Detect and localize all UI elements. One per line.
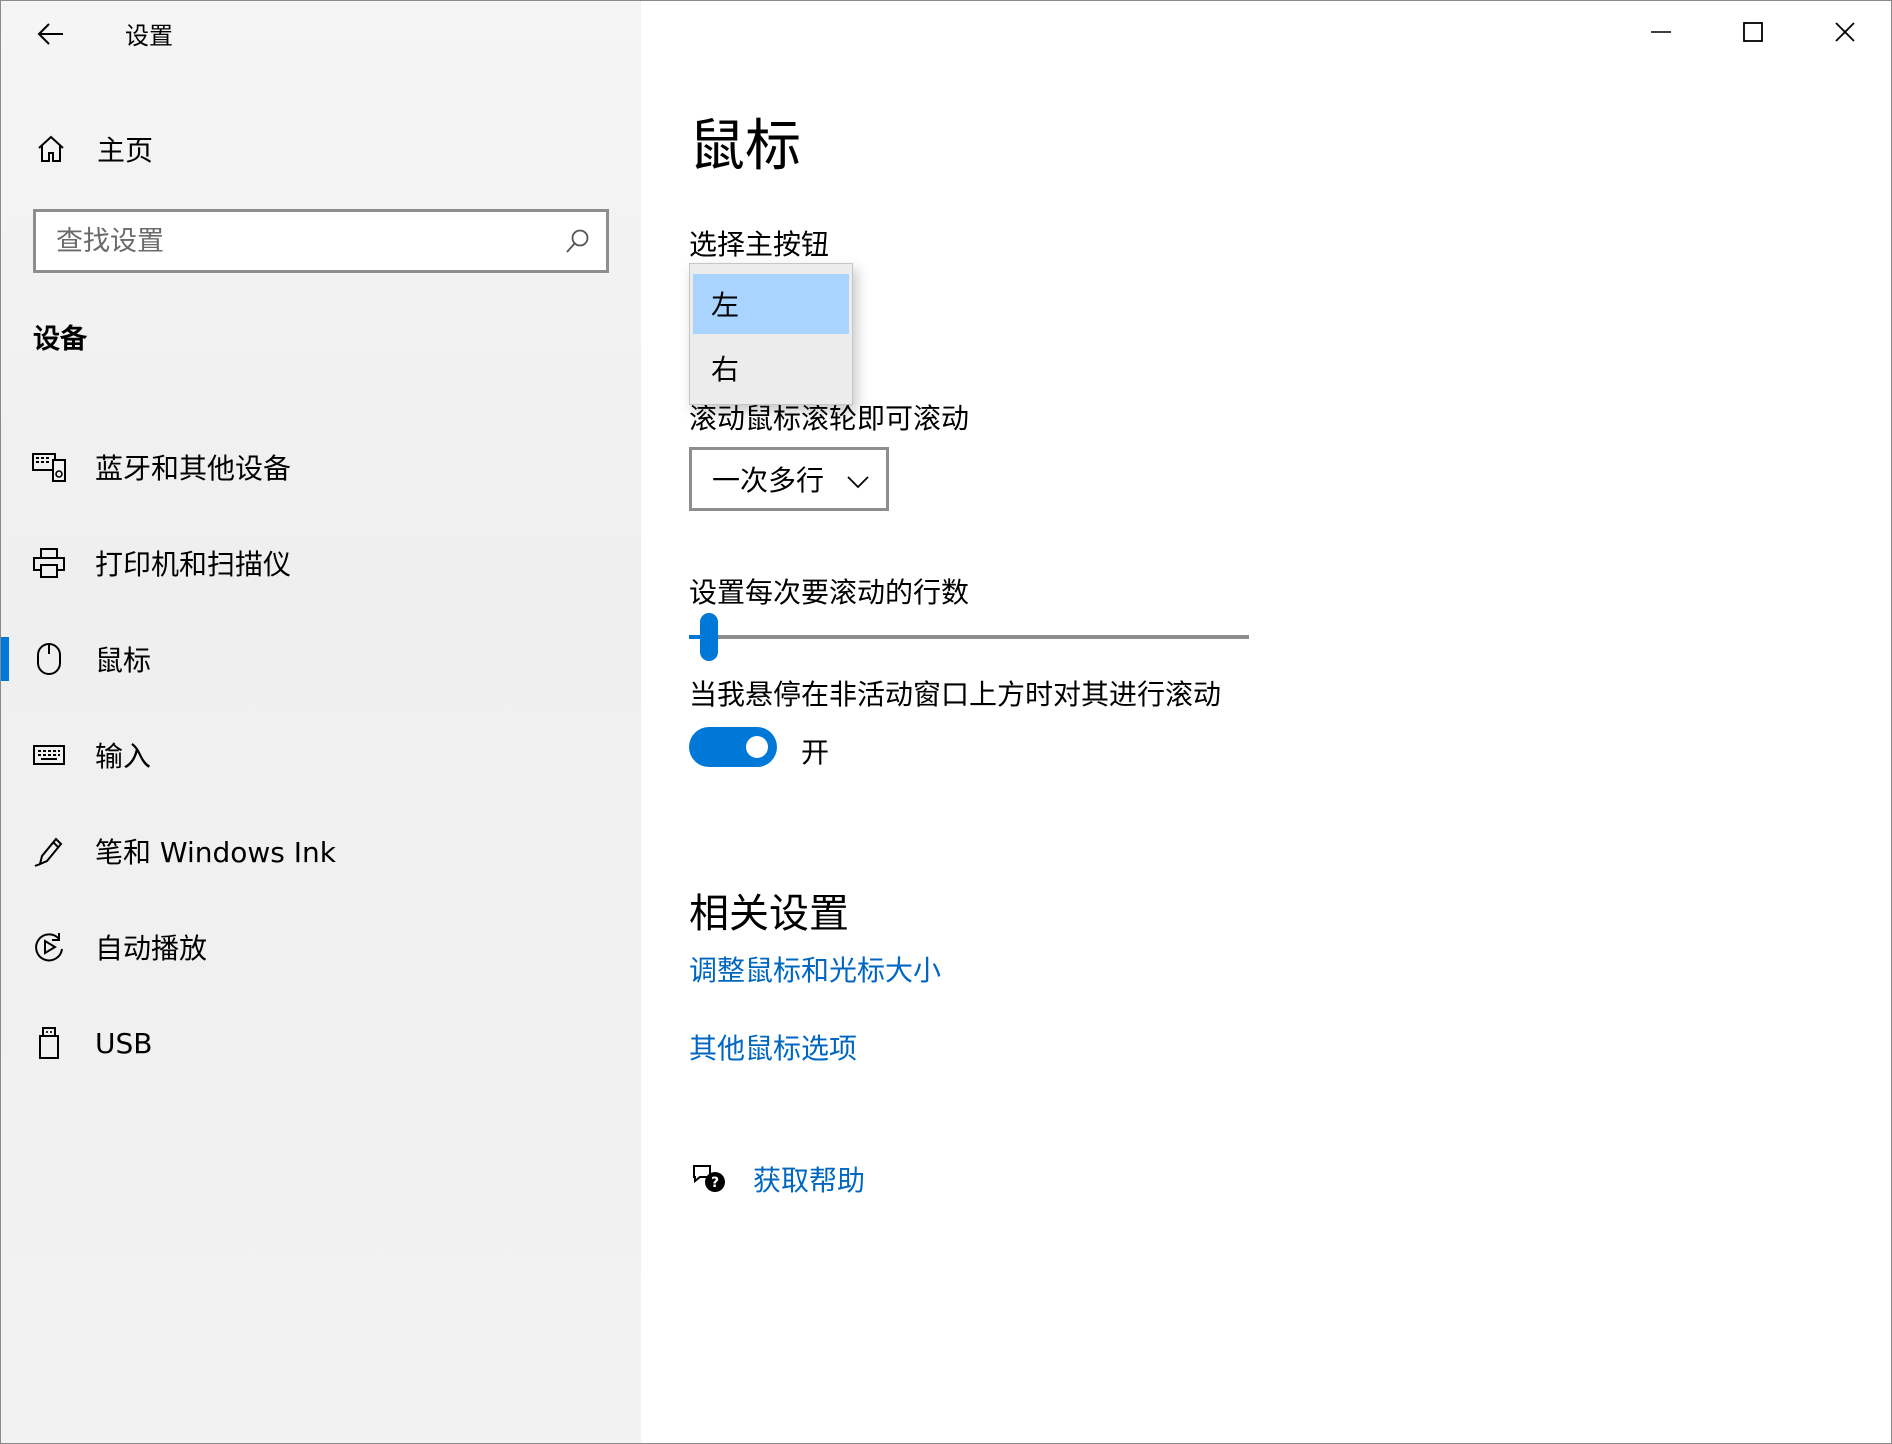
bluetooth-devices-icon: [29, 447, 69, 487]
section-title: 设备: [33, 324, 87, 355]
related-settings-title: 相关设置: [689, 891, 849, 937]
chevron-down-icon: [846, 468, 870, 492]
back-button[interactable]: [31, 19, 71, 53]
maximize-icon: [1741, 20, 1765, 48]
settings-window: 设置 主页 设备 蓝牙和其他设备: [0, 0, 1892, 1444]
sidebar-nav: 蓝牙和其他设备 打印机和扫描仪 鼠标 输入 笔和 Windows Ink 自动播…: [1, 419, 641, 1091]
wheel-scroll-select[interactable]: 一次多行: [689, 447, 889, 511]
sidebar-item-label: 输入: [95, 740, 152, 773]
get-help-label: 获取帮助: [753, 1164, 866, 1197]
sidebar-item-label: 自动播放: [95, 932, 208, 965]
lines-to-scroll-slider[interactable]: [689, 613, 1249, 661]
keyboard-icon: [29, 735, 69, 775]
primary-button-label: 选择主按钮: [689, 228, 830, 261]
adjust-mouse-cursor-size-link[interactable]: 调整鼠标和光标大小: [689, 949, 941, 989]
sidebar-item-usb[interactable]: USB: [1, 995, 641, 1091]
slider-thumb[interactable]: [700, 613, 718, 661]
sidebar-item-label: 打印机和扫描仪: [95, 548, 292, 581]
wheel-scroll-value: 一次多行: [712, 464, 825, 497]
close-button[interactable]: [1799, 1, 1891, 67]
slider-track: [689, 635, 1249, 639]
minimize-button[interactable]: [1615, 1, 1707, 67]
inactive-scroll-label: 当我悬停在非活动窗口上方时对其进行滚动: [689, 678, 1222, 711]
sidebar-item-label: USB: [95, 1026, 153, 1060]
page-title: 鼠标: [689, 114, 801, 179]
sidebar-item-mouse[interactable]: 鼠标: [1, 611, 641, 707]
svg-text:?: ?: [711, 1175, 719, 1191]
dropdown-option-right[interactable]: 右: [693, 338, 849, 398]
maximize-button[interactable]: [1707, 1, 1799, 67]
additional-mouse-options-link[interactable]: 其他鼠标选项: [689, 1027, 857, 1067]
mouse-icon: [29, 639, 69, 679]
toggle-knob: [746, 736, 768, 758]
sidebar-item-label: 鼠标: [95, 644, 152, 677]
help-chat-icon: ?: [689, 1159, 729, 1199]
search-icon[interactable]: [550, 213, 606, 269]
search-box[interactable]: [33, 209, 609, 273]
search-input[interactable]: [36, 212, 550, 270]
sidebar: 设置 主页 设备 蓝牙和其他设备: [1, 1, 641, 1443]
sidebar-item-autoplay[interactable]: 自动播放: [1, 899, 641, 995]
primary-button-dropdown: 左 右: [689, 263, 853, 405]
autoplay-icon: [29, 927, 69, 967]
usb-icon: [29, 1023, 69, 1063]
back-arrow-icon: [37, 22, 65, 50]
printer-icon: [29, 543, 69, 583]
home-icon: [29, 127, 73, 171]
app-title: 设置: [125, 22, 173, 50]
home-label: 主页: [97, 134, 154, 167]
lines-to-scroll-label: 设置每次要滚动的行数: [689, 576, 970, 609]
sidebar-item-label: 蓝牙和其他设备: [95, 452, 292, 485]
sidebar-item-pen[interactable]: 笔和 Windows Ink: [1, 803, 641, 899]
sidebar-item-home[interactable]: 主页: [29, 127, 153, 171]
minimize-icon: [1649, 20, 1673, 48]
get-help-link[interactable]: ? 获取帮助: [689, 1159, 865, 1199]
close-icon: [1833, 20, 1857, 48]
inactive-scroll-toggle[interactable]: [689, 727, 777, 767]
pen-icon: [29, 831, 69, 871]
dropdown-option-left[interactable]: 左: [693, 274, 849, 334]
toggle-state-label: 开: [801, 736, 830, 769]
active-indicator: [1, 637, 9, 681]
sidebar-item-label: 笔和 Windows Ink: [95, 836, 337, 869]
sidebar-item-bluetooth[interactable]: 蓝牙和其他设备: [1, 419, 641, 515]
sidebar-item-typing[interactable]: 输入: [1, 707, 641, 803]
sidebar-item-printers[interactable]: 打印机和扫描仪: [1, 515, 641, 611]
